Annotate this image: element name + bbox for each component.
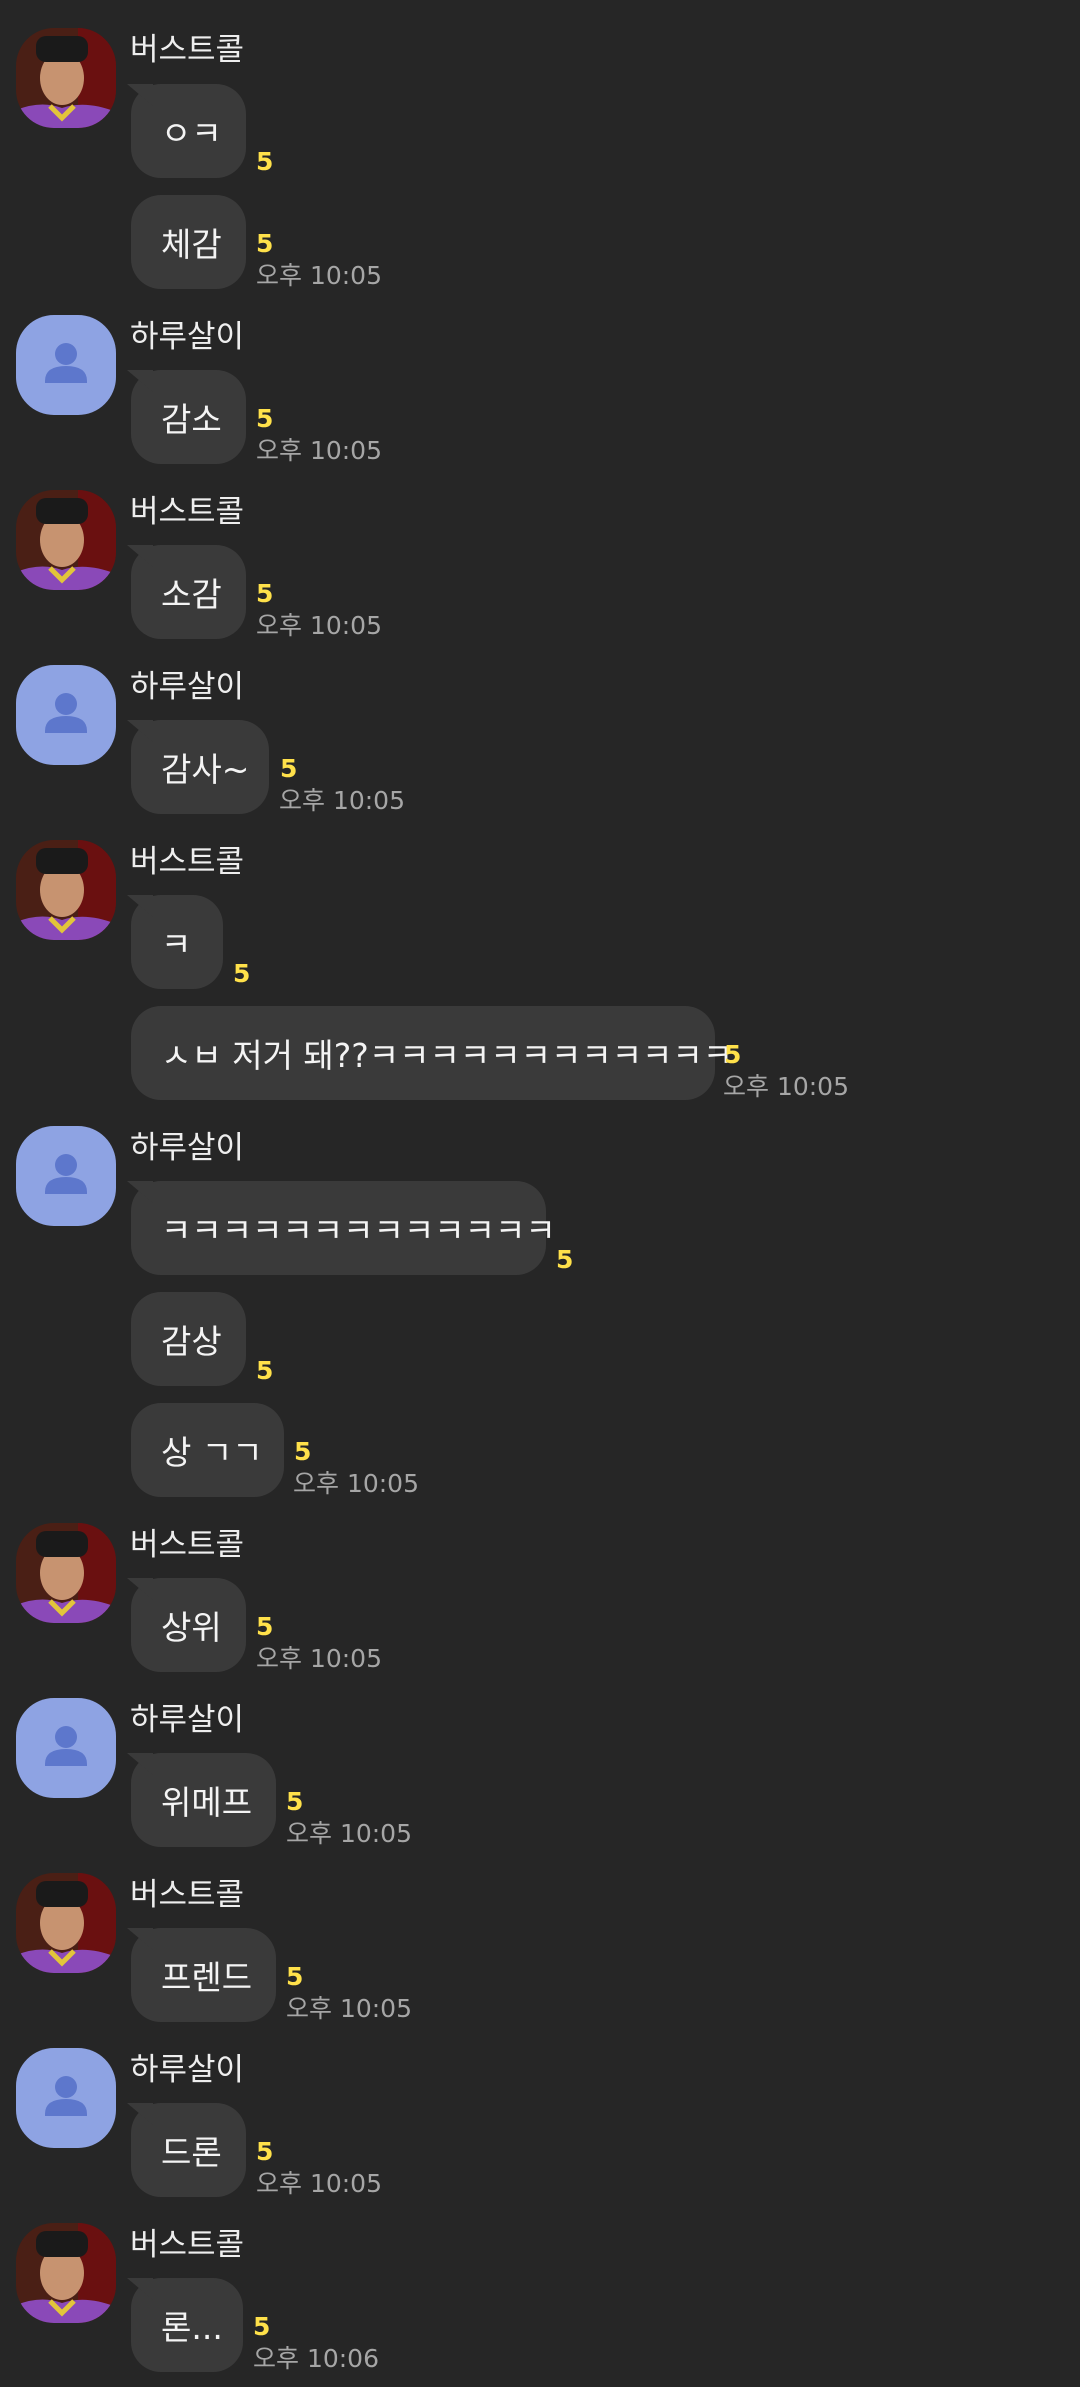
message-text: 상위 (161, 1608, 222, 1647)
unread-count: 5 (724, 1040, 742, 1069)
sender-name: 하루살이 (130, 319, 245, 355)
sender-name: 버스트콜 (130, 2227, 245, 2263)
unread-count: 5 (253, 2312, 271, 2341)
message-bubble[interactable]: 상위 (131, 1578, 246, 1672)
profile-photo-avatar[interactable] (16, 2223, 116, 2323)
message-time: 오후 10:05 (286, 1994, 412, 2023)
message-bubble[interactable]: ㅇㅋ (131, 84, 246, 178)
message-bubble[interactable]: 론... (131, 2278, 243, 2372)
message-bubble[interactable]: 감사~ (131, 720, 269, 814)
message-text: 감상 (161, 1322, 222, 1361)
message-text: 드론 (161, 2133, 222, 2172)
profile-photo-avatar[interactable] (16, 1873, 116, 1973)
message-text: 상 ㄱㄱ (161, 1433, 263, 1472)
sender-name: 하루살이 (130, 1130, 245, 1166)
message-text: ㅋ (161, 925, 192, 964)
unread-count: 5 (294, 1437, 312, 1466)
message-bubble[interactable]: ㅅㅂ 저거 돼??ㅋㅋㅋㅋㅋㅋㅋㅋㅋㅋㅋㅋ (131, 1006, 733, 1100)
unread-count: 5 (256, 579, 274, 608)
message-bubble[interactable]: 상 ㄱㄱ (131, 1403, 284, 1497)
message-text: ㅇㅋ (161, 114, 222, 153)
message-text: 소감 (161, 575, 222, 614)
unread-count: 5 (256, 147, 274, 176)
profile-photo-avatar[interactable] (16, 1523, 116, 1623)
message-time: 오후 10:05 (256, 1644, 382, 1673)
unread-count: 5 (280, 754, 298, 783)
unread-count: 5 (286, 1962, 304, 1991)
profile-default-avatar[interactable] (16, 665, 116, 765)
sender-name: 버스트콜 (130, 1527, 245, 1563)
sender-name: 하루살이 (130, 1702, 245, 1738)
message-bubble[interactable]: 감소 (131, 370, 246, 464)
unread-count: 5 (286, 1787, 304, 1816)
profile-default-avatar[interactable] (16, 1126, 116, 1226)
message-bubble[interactable]: 위메프 (131, 1753, 276, 1847)
message-time: 오후 10:05 (256, 611, 382, 640)
profile-photo-avatar[interactable] (16, 28, 116, 128)
message-time: 오후 10:05 (723, 1072, 849, 1101)
message-text: 위메프 (161, 1783, 253, 1822)
unread-count: 5 (256, 2137, 274, 2166)
profile-default-avatar[interactable] (16, 2048, 116, 2148)
chat-message-list[interactable]: 버스트콜 ㅇㅋ 5 체감 5 오후 10:05 하루살이 감소 5 오후 10:… (0, 0, 1080, 2387)
message-time: 오후 10:05 (256, 2169, 382, 2198)
profile-photo-avatar[interactable] (16, 840, 116, 940)
profile-default-avatar[interactable] (16, 1698, 116, 1798)
message-bubble[interactable]: 감상 (131, 1292, 246, 1386)
message-text: 론... (161, 2308, 223, 2347)
profile-default-avatar[interactable] (16, 315, 116, 415)
unread-count: 5 (256, 229, 274, 258)
message-bubble[interactable]: 드론 (131, 2103, 246, 2197)
sender-name: 하루살이 (130, 669, 245, 705)
unread-count: 5 (256, 1356, 274, 1385)
message-time: 오후 10:06 (253, 2344, 379, 2373)
message-text: ㅋㅋㅋㅋㅋㅋㅋㅋㅋㅋㅋㅋㅋ (161, 1211, 556, 1250)
message-bubble[interactable]: ㅋ (131, 895, 223, 989)
sender-name: 버스트콜 (130, 32, 245, 68)
message-bubble[interactable]: 소감 (131, 545, 246, 639)
message-text: 감소 (161, 400, 222, 439)
message-time: 오후 10:05 (279, 786, 405, 815)
message-bubble[interactable]: ㅋㅋㅋㅋㅋㅋㅋㅋㅋㅋㅋㅋㅋ (131, 1181, 556, 1275)
message-text: 감사~ (161, 750, 250, 789)
sender-name: 버스트콜 (130, 494, 245, 530)
message-text: 체감 (161, 225, 222, 264)
message-time: 오후 10:05 (256, 261, 382, 290)
unread-count: 5 (556, 1245, 574, 1274)
message-text: 프렌드 (161, 1958, 253, 1997)
message-time: 오후 10:05 (256, 436, 382, 465)
message-time: 오후 10:05 (286, 1819, 412, 1848)
sender-name: 하루살이 (130, 2052, 245, 2088)
unread-count: 5 (233, 959, 251, 988)
unread-count: 5 (256, 404, 274, 433)
profile-photo-avatar[interactable] (16, 490, 116, 590)
sender-name: 버스트콜 (130, 844, 245, 880)
sender-name: 버스트콜 (130, 1877, 245, 1913)
unread-count: 5 (256, 1612, 274, 1641)
message-bubble[interactable]: 체감 (131, 195, 246, 289)
message-bubble[interactable]: 프렌드 (131, 1928, 276, 2022)
message-time: 오후 10:05 (293, 1469, 419, 1498)
message-text: ㅅㅂ 저거 돼??ㅋㅋㅋㅋㅋㅋㅋㅋㅋㅋㅋㅋ (161, 1036, 734, 1075)
